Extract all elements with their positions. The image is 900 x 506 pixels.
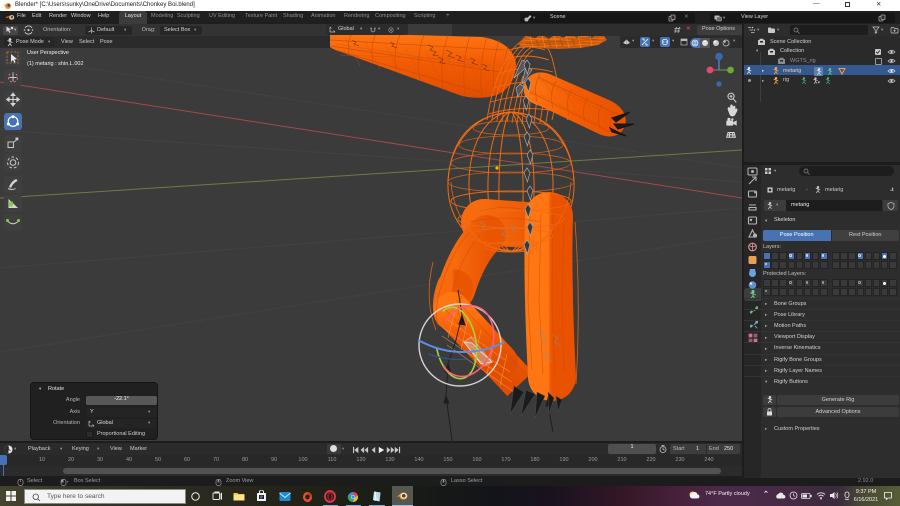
svg-text:+: + — [67, 479, 70, 484]
